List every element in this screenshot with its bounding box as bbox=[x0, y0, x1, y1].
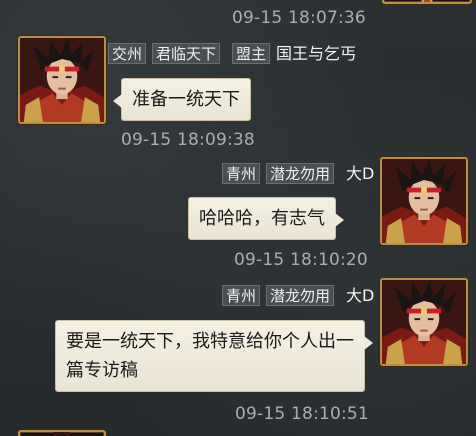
title-tag: 潜龙勿用 bbox=[266, 163, 335, 184]
message-timestamp: 09-15 18:09:38 bbox=[121, 130, 255, 150]
message-bubble[interactable]: 准备一统天下 bbox=[113, 78, 251, 121]
message-text: 要是一统天下，我特意给你个人出一篇专访稿 bbox=[66, 331, 354, 381]
message-timestamp: 09-15 18:07:36 bbox=[232, 8, 366, 28]
title-tag: 潜龙勿用 bbox=[266, 285, 335, 306]
rank-tag: 盟主 bbox=[232, 43, 271, 64]
sender-name: 大D bbox=[346, 164, 375, 183]
avatar[interactable] bbox=[18, 36, 106, 124]
message-bubble[interactable]: 要是一统天下，我特意给你个人出一篇专访稿 bbox=[55, 320, 373, 392]
warrior-portrait-icon bbox=[382, 280, 466, 364]
message-timestamp: 09-15 18:10:51 bbox=[235, 404, 369, 424]
sender-name: 大D bbox=[346, 286, 375, 305]
title-tag: 君临天下 bbox=[152, 43, 221, 64]
warrior-portrait-icon bbox=[382, 159, 466, 243]
avatar[interactable] bbox=[380, 157, 468, 245]
region-tag: 交州 bbox=[108, 43, 147, 64]
message-text: 准备一统天下 bbox=[132, 89, 240, 110]
avatar[interactable] bbox=[18, 430, 106, 436]
region-tag: 青州 bbox=[222, 285, 261, 306]
warrior-portrait-icon bbox=[20, 432, 104, 436]
avatar[interactable] bbox=[382, 0, 472, 4]
chat-scroll-area[interactable]: 09-15 18:07:36 交州 君临天下 盟主 国王与乞丐 准备一统天下 0… bbox=[0, 0, 476, 436]
sender-name: 国王与乞丐 bbox=[276, 44, 357, 63]
warrior-portrait-icon bbox=[20, 38, 104, 122]
message-text: 哈哈哈，有志气 bbox=[199, 208, 325, 229]
message-timestamp: 09-15 18:10:20 bbox=[234, 250, 368, 270]
region-tag: 青州 bbox=[222, 163, 261, 184]
avatar[interactable] bbox=[380, 278, 468, 366]
warrior-portrait-icon bbox=[384, 0, 470, 2]
message-bubble[interactable]: 哈哈哈，有志气 bbox=[188, 197, 344, 240]
